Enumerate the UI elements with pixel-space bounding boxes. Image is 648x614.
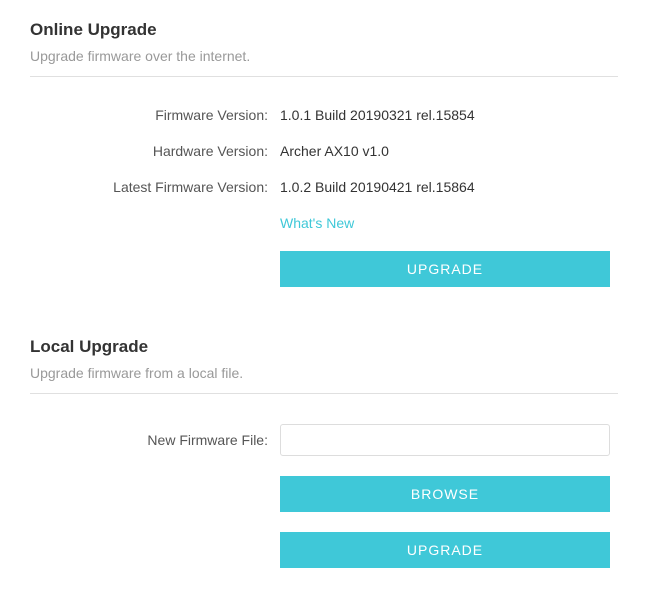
- whats-new-link[interactable]: What's New: [280, 215, 354, 231]
- local-upgrade-section: Local Upgrade Upgrade firmware from a lo…: [30, 337, 618, 568]
- new-firmware-file-label: New Firmware File:: [30, 432, 280, 448]
- divider: [30, 76, 618, 77]
- latest-firmware-row: Latest Firmware Version: 1.0.2 Build 201…: [30, 179, 618, 195]
- new-firmware-file-row: New Firmware File:: [30, 424, 618, 456]
- latest-firmware-label: Latest Firmware Version:: [30, 179, 280, 195]
- browse-button[interactable]: BROWSE: [280, 476, 610, 512]
- online-upgrade-title: Online Upgrade: [30, 20, 618, 40]
- latest-firmware-value: 1.0.2 Build 20190421 rel.15864: [280, 179, 475, 195]
- local-upgrade-title: Local Upgrade: [30, 337, 618, 357]
- local-upgrade-button[interactable]: UPGRADE: [280, 532, 610, 568]
- local-upgrade-subtitle: Upgrade firmware from a local file.: [30, 365, 618, 381]
- browse-button-row: BROWSE: [30, 476, 618, 512]
- whats-new-row: What's New: [30, 215, 618, 231]
- local-upgrade-button-row: UPGRADE: [30, 532, 618, 568]
- firmware-version-row: Firmware Version: 1.0.1 Build 20190321 r…: [30, 107, 618, 123]
- firmware-version-label: Firmware Version:: [30, 107, 280, 123]
- hardware-version-value: Archer AX10 v1.0: [280, 143, 389, 159]
- new-firmware-file-input[interactable]: [280, 424, 610, 456]
- online-upgrade-section: Online Upgrade Upgrade firmware over the…: [30, 20, 618, 287]
- hardware-version-label: Hardware Version:: [30, 143, 280, 159]
- firmware-version-value: 1.0.1 Build 20190321 rel.15854: [280, 107, 475, 123]
- online-upgrade-button-row: UPGRADE: [30, 251, 618, 287]
- divider: [30, 393, 618, 394]
- online-upgrade-button[interactable]: UPGRADE: [280, 251, 610, 287]
- online-upgrade-subtitle: Upgrade firmware over the internet.: [30, 48, 618, 64]
- hardware-version-row: Hardware Version: Archer AX10 v1.0: [30, 143, 618, 159]
